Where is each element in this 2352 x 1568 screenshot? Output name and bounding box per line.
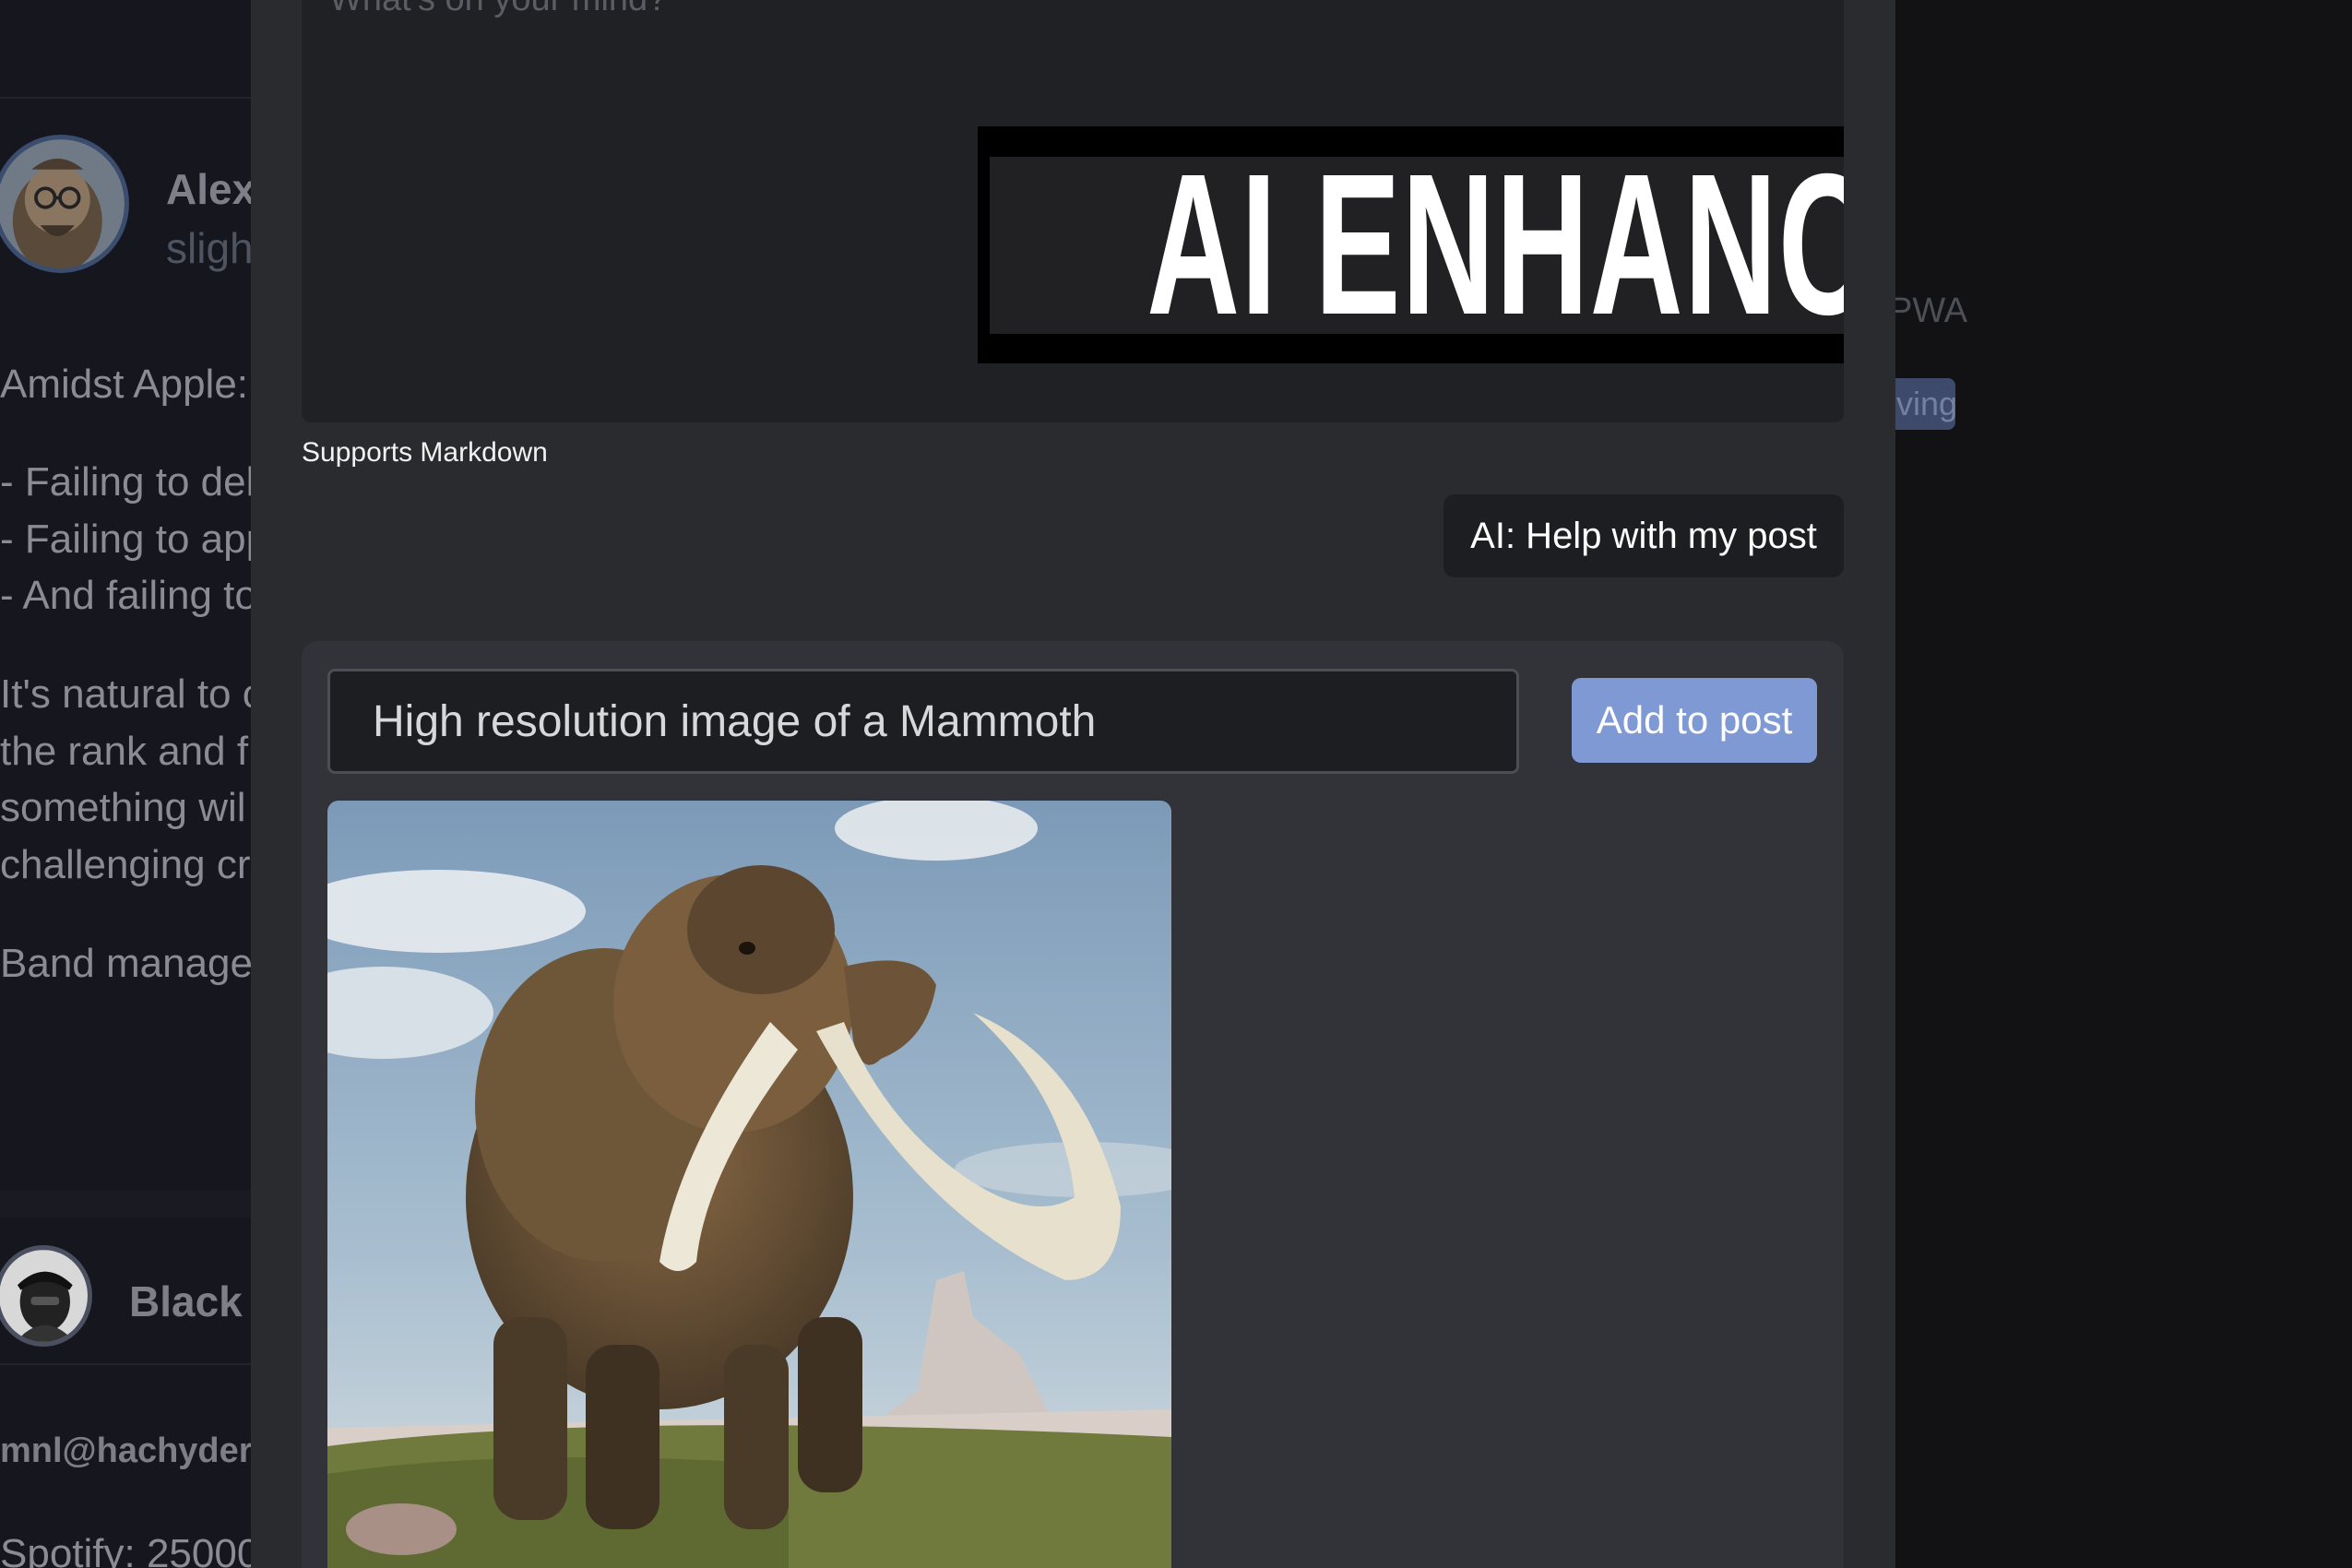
- post-text-line: - Failing to del: [0, 459, 251, 505]
- post-text-line: - And failing to: [0, 573, 251, 618]
- add-to-post-button[interactable]: Add to post: [1572, 678, 1817, 763]
- feed-divider: [0, 1363, 251, 1365]
- feed-divider: [0, 1190, 251, 1218]
- post-author-handle: sligh: [166, 224, 251, 272]
- post-text-line: - Failing to app: [0, 517, 251, 562]
- post-author-name[interactable]: Black: [129, 1277, 243, 1326]
- mammoth-image-icon: [327, 801, 1171, 1568]
- post-text-line: Spotify: 25000: [0, 1531, 251, 1568]
- post-text-line: something wil: [0, 785, 246, 830]
- post-text-line: the rank and fi: [0, 729, 251, 774]
- post-text-line: Amidst Apple:: [0, 362, 249, 407]
- ai-enhanced-banner: AI ENHANCED: [978, 126, 1844, 363]
- ai-enhanced-title: AI ENHANCED: [1146, 133, 1844, 357]
- ai-help-button[interactable]: AI: Help with my post: [1443, 494, 1844, 577]
- post-text-line: Band manager: [0, 941, 251, 986]
- background-feed: Alex sligh Amidst Apple: - Failing to de…: [0, 0, 251, 1568]
- compose-modal: What's on your mind? AI ENHANCED Support…: [251, 0, 1895, 1568]
- editor-placeholder: What's on your mind?: [329, 0, 667, 19]
- generated-mammoth-image[interactable]: [327, 801, 1171, 1568]
- alex-avatar[interactable]: [0, 135, 129, 273]
- image-prompt-input[interactable]: [327, 669, 1519, 774]
- feed-divider: [0, 97, 251, 99]
- post-mention[interactable]: mnl@hachyderm: [0, 1431, 251, 1471]
- post-author-name[interactable]: Alex: [166, 164, 251, 214]
- background-right-panel: [1895, 0, 2352, 1568]
- post-editor[interactable]: What's on your mind? AI ENHANCED: [302, 0, 1844, 422]
- markdown-hint: Supports Markdown: [302, 437, 548, 468]
- pwa-label: PWA: [1889, 291, 1968, 330]
- ai-enhanced-banner-inner: AI ENHANCED: [990, 133, 1844, 357]
- black-avatar[interactable]: [0, 1245, 92, 1347]
- post-text-line: It's natural to c: [0, 671, 251, 717]
- post-text-line: challenging cr: [0, 842, 251, 887]
- ai-image-panel: Add to post: [302, 641, 1844, 1568]
